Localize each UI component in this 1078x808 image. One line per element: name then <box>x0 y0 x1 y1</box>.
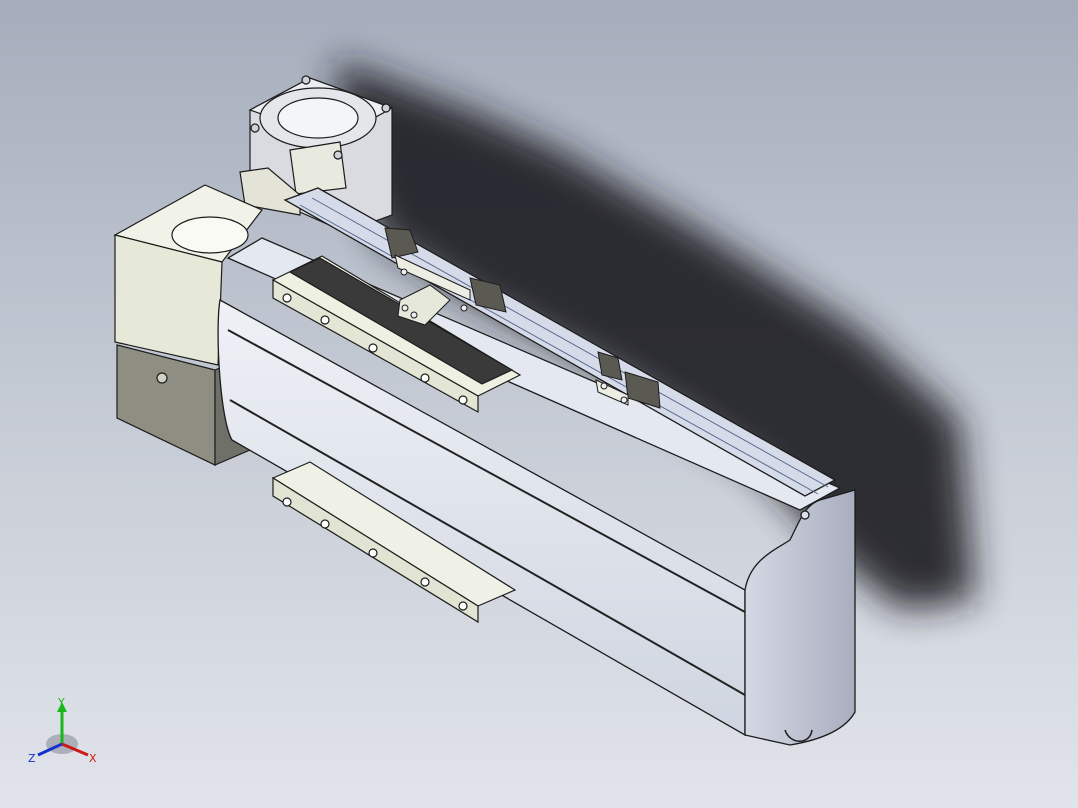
plate-bolt-1 <box>282 497 292 507</box>
carriage-bolt-3 <box>368 343 378 353</box>
3d-viewport[interactable]: Y X Z <box>0 0 1078 808</box>
motor-cable-gland <box>289 141 347 195</box>
carriage-bolt-1 <box>282 293 292 303</box>
x-axis-label: X <box>89 752 97 765</box>
motor-screw-1 <box>301 75 311 85</box>
plate-bolt-3 <box>368 548 378 558</box>
carriage-bolt-5 <box>458 395 468 405</box>
y-axis-label: Y <box>57 696 65 709</box>
motor-cap <box>277 97 359 139</box>
coordinate-triad: Y X Z <box>28 696 97 765</box>
z-axis-label: Z <box>28 752 36 765</box>
carriage-bolt-2 <box>320 315 330 325</box>
plate-bolt-4 <box>420 577 430 587</box>
end-cap-hole <box>800 510 810 520</box>
end-cap[interactable] <box>744 489 856 746</box>
plate-bolt-2 <box>320 519 330 529</box>
cad-model-scene[interactable]: Y X Z <box>0 0 1078 808</box>
bracket-hole <box>156 372 168 384</box>
motor-screw-3 <box>250 123 260 133</box>
motor-screw-4 <box>333 150 343 160</box>
plate-bolt-5 <box>458 601 468 611</box>
adapter-bore <box>171 216 249 254</box>
motor-screw-2 <box>381 103 391 113</box>
carriage-bolt-4 <box>420 373 430 383</box>
